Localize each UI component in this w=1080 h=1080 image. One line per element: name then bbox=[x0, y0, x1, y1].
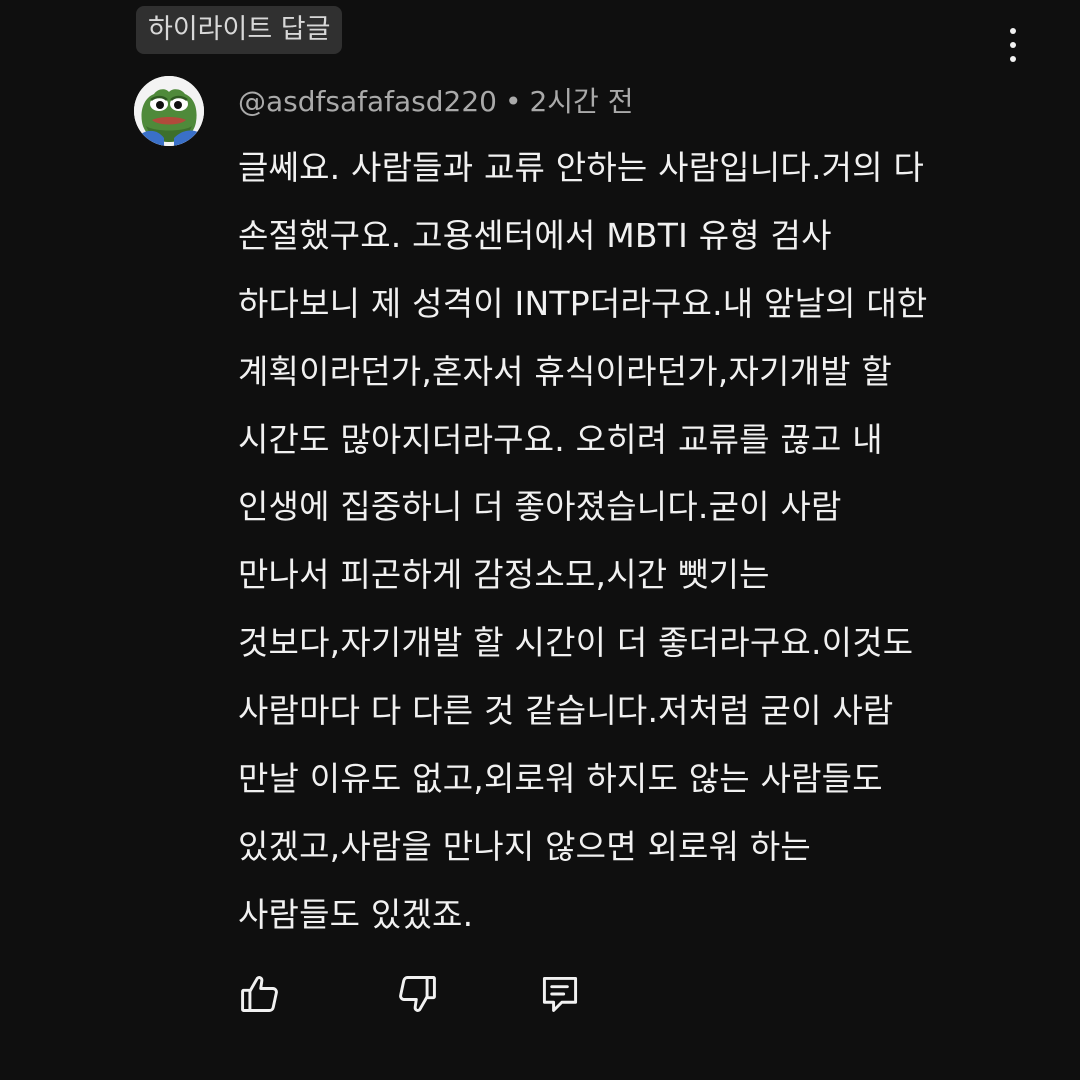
like-button[interactable] bbox=[236, 970, 284, 1018]
comment-line: 하다보니 제 성격이 INTP더라구요.내 앞날의 대한 bbox=[238, 283, 928, 323]
dislike-button[interactable] bbox=[393, 970, 441, 1018]
comment-timestamp: 2시간 전 bbox=[529, 85, 634, 118]
more-vert-icon bbox=[1010, 28, 1016, 34]
thumbs-down-icon bbox=[399, 976, 436, 1012]
comment-text: 글쎄요. 사람들과 교류 안하는 사람입니다.거의 다 손절했구요. 고용센터에… bbox=[238, 134, 1038, 949]
avatar[interactable] bbox=[134, 76, 204, 146]
comment-line: 인생에 집중하니 더 좋아졌습니다.굳이 사람 bbox=[238, 487, 842, 527]
meta-separator: • bbox=[504, 85, 522, 118]
comment-line: 손절했구요. 고용센터에서 MBTI 유형 검사 bbox=[238, 215, 832, 255]
reply-button[interactable] bbox=[536, 970, 584, 1018]
comment-line: 사람들도 있겠죠. bbox=[238, 894, 474, 934]
author-name[interactable]: @asdfsafafasd220 bbox=[238, 85, 497, 118]
comment-line: 있겠고,사람을 만나지 않으면 외로워 하는 bbox=[238, 826, 811, 866]
comment-line: 글쎄요. 사람들과 교류 안하는 사람입니다.거의 다 bbox=[238, 148, 925, 187]
more-options-button[interactable] bbox=[996, 22, 1030, 68]
comment-meta: @asdfsafafasd220 • 2시간 전 bbox=[238, 82, 633, 122]
reply-comment-icon bbox=[542, 976, 578, 1012]
frog-avatar-icon bbox=[134, 76, 204, 146]
comment-line: 만날 이유도 없고,외로워 하지도 않는 사람들도 bbox=[238, 759, 883, 799]
comment-line: 계획이라던가,혼자서 휴식이라던가,자기개발 할 bbox=[238, 351, 892, 391]
comment-line: 시간도 많아지더라구요. 오히려 교류를 끊고 내 bbox=[238, 419, 883, 459]
thumbs-up-icon bbox=[241, 976, 278, 1012]
comment-line: 만나서 피곤하게 감정소모,시간 뺏기는 bbox=[238, 555, 770, 595]
comment-line: 것보다,자기개발 할 시간이 더 좋더라구요.이것도 bbox=[238, 623, 914, 663]
highlighted-reply-badge: 하이라이트 답글 bbox=[136, 6, 343, 54]
comment-line: 사람마다 다 다른 것 같습니다.저처럼 굳이 사람 bbox=[238, 691, 894, 731]
